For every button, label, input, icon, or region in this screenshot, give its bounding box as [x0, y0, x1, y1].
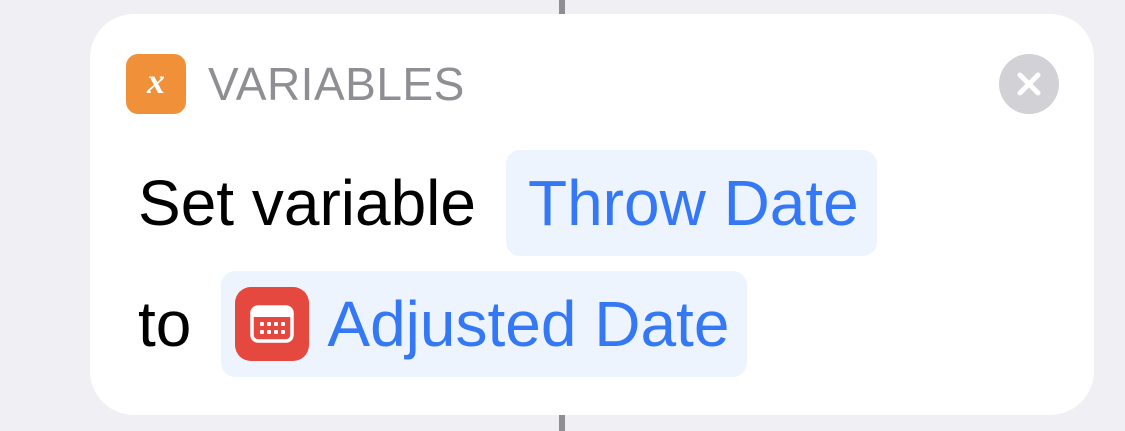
- close-icon: [1017, 72, 1041, 96]
- flow-connector-bottom: [559, 415, 565, 431]
- variable-name-text: Throw Date: [527, 167, 859, 239]
- x-variable-glyph: x: [147, 61, 165, 101]
- calendar-icon: [235, 287, 310, 361]
- value-name-text: Adjusted Date: [327, 288, 730, 360]
- set-variable-label: Set variable: [138, 167, 476, 239]
- value-token[interactable]: Adjusted Date: [221, 271, 748, 377]
- to-label: to: [138, 288, 192, 360]
- action-line-2: to Adjusted Date: [138, 271, 748, 377]
- x-variable-icon: x: [126, 54, 186, 114]
- action-line-1: Set variable Throw Date: [138, 150, 877, 256]
- variable-name-token[interactable]: Throw Date: [505, 150, 877, 256]
- flow-connector-top: [559, 0, 565, 14]
- set-variable-action-card[interactable]: x VARIABLES Set variable Throw Date to A…: [90, 14, 1094, 415]
- remove-action-button[interactable]: [999, 54, 1059, 114]
- category-label: VARIABLES: [208, 58, 465, 110]
- action-header: x VARIABLES: [126, 54, 465, 114]
